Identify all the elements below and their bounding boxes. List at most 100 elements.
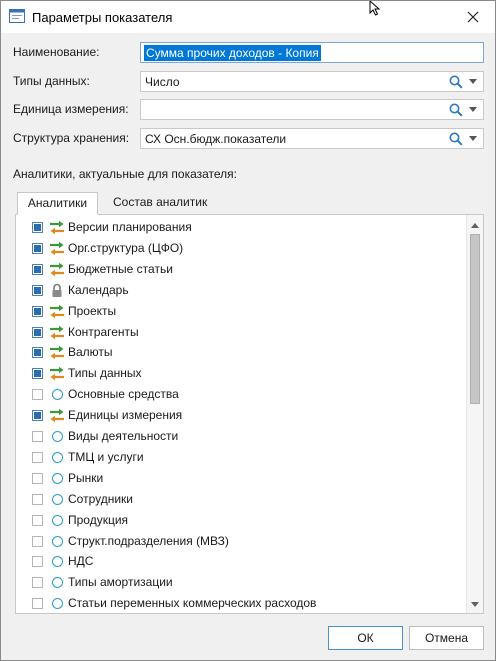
- arrows-icon: [49, 220, 65, 235]
- analytic-label: Виды деятельности: [68, 429, 179, 443]
- chevron-down-icon: [469, 107, 477, 112]
- circle-icon: [52, 577, 63, 589]
- list-item[interactable]: Рынки: [16, 468, 466, 489]
- circle-icon: [52, 431, 63, 442]
- analytic-checkbox[interactable]: [32, 598, 43, 610]
- circle-icon: [52, 535, 63, 547]
- analytic-checkbox[interactable]: [32, 431, 43, 442]
- close-button[interactable]: [459, 5, 487, 29]
- analytic-checkbox[interactable]: [32, 326, 43, 338]
- analytic-checkbox[interactable]: [32, 577, 43, 589]
- list-item[interactable]: Бюджетные статьи: [16, 259, 466, 280]
- name-label: Наименование:: [13, 45, 100, 59]
- list-item[interactable]: Типы амортизации: [16, 572, 466, 593]
- list-item[interactable]: Валюты: [16, 342, 466, 363]
- list-item[interactable]: ТМЦ и услуги: [16, 447, 466, 468]
- list-item[interactable]: Структ.подразделения (МВЗ): [16, 531, 466, 552]
- data-types-value: Число: [145, 75, 180, 89]
- arrows-icon: [49, 304, 65, 319]
- analytic-label: Статьи переменных коммерческих расходов: [68, 596, 317, 611]
- arrows-icon: [49, 325, 65, 340]
- ok-button[interactable]: ОК: [328, 626, 403, 650]
- lock-icon: [49, 283, 65, 298]
- list-item[interactable]: Версии планирования: [16, 217, 466, 238]
- analytic-checkbox[interactable]: [32, 451, 43, 463]
- analytic-checkbox[interactable]: [32, 305, 43, 317]
- circle-icon: [52, 493, 63, 505]
- search-icon: [449, 103, 463, 117]
- circle-icon: [52, 556, 63, 568]
- data-types-field[interactable]: Число: [140, 71, 484, 92]
- analytic-checkbox[interactable]: [32, 472, 43, 484]
- analytic-label: Бюджетные статьи: [68, 261, 173, 276]
- data-types-dropdown-button[interactable]: [465, 73, 481, 90]
- list-item[interactable]: Орг.структура (ЦФО): [16, 238, 466, 259]
- analytics-list: Версии планирования Орг.структура (ЦФО) Бю…: [16, 215, 466, 613]
- scroll-thumb[interactable]: [470, 234, 480, 404]
- storage-field[interactable]: СХ Осн.бюдж.показатели: [140, 128, 484, 149]
- circle-icon: [52, 598, 63, 610]
- analytic-checkbox[interactable]: [32, 535, 43, 547]
- analytic-checkbox[interactable]: [32, 222, 43, 233]
- name-value: Сумма прочих доходов - Копия: [144, 45, 321, 61]
- analytics-section-label: Аналитики, актуальные для показателя:: [13, 167, 238, 181]
- analytic-checkbox[interactable]: [32, 556, 43, 568]
- arrows-icon: [49, 345, 65, 360]
- search-icon: [449, 75, 463, 89]
- list-item[interactable]: Единицы измерения: [16, 405, 466, 426]
- list-item[interactable]: Продукция: [16, 510, 466, 531]
- analytic-checkbox[interactable]: [32, 263, 43, 275]
- analytic-checkbox[interactable]: [32, 389, 43, 401]
- arrows-icon: [49, 408, 65, 423]
- analytic-label: Версии планирования: [68, 220, 192, 234]
- analytic-label: Орг.структура (ЦФО): [68, 240, 184, 255]
- analytic-checkbox[interactable]: [32, 514, 43, 526]
- chevron-down-icon: [469, 79, 477, 84]
- list-item[interactable]: Виды деятельности: [16, 426, 466, 447]
- list-item[interactable]: Основные средства: [16, 384, 466, 405]
- analytic-label: Структ.подразделения (МВЗ): [68, 533, 229, 548]
- analytic-label: Контрагенты: [68, 324, 139, 339]
- chevron-down-icon: [471, 601, 479, 607]
- analytic-checkbox[interactable]: [32, 242, 43, 254]
- storage-search-button[interactable]: [447, 130, 465, 147]
- analytic-checkbox[interactable]: [32, 493, 43, 505]
- title-bar: Параметры показателя: [1, 1, 495, 33]
- list-item[interactable]: Контрагенты: [16, 322, 466, 343]
- list-item[interactable]: Календарь: [16, 280, 466, 301]
- circle-icon: [52, 389, 63, 401]
- vertical-scrollbar[interactable]: [466, 215, 483, 613]
- chevron-down-icon: [469, 136, 477, 141]
- analytic-label: Типы амортизации: [68, 575, 173, 590]
- analytic-checkbox[interactable]: [32, 368, 43, 380]
- storage-label: Структура хранения:: [13, 131, 130, 145]
- close-icon: [467, 11, 479, 23]
- analytic-label: Сотрудники: [68, 491, 133, 506]
- arrows-icon: [49, 241, 65, 256]
- scroll-down-button[interactable]: [467, 596, 483, 612]
- analytic-checkbox[interactable]: [32, 410, 43, 422]
- unit-field[interactable]: [140, 99, 484, 120]
- circle-icon: [52, 451, 63, 463]
- tab-analytics-composition[interactable]: Состав аналитик: [101, 192, 217, 215]
- data-types-search-button[interactable]: [447, 73, 465, 90]
- unit-label: Единица измерения:: [13, 102, 129, 116]
- storage-dropdown-button[interactable]: [465, 130, 481, 147]
- list-item[interactable]: Сотрудники: [16, 489, 466, 510]
- name-input[interactable]: Сумма прочих доходов - Копия: [140, 42, 484, 63]
- list-item[interactable]: НДС: [16, 551, 466, 572]
- cancel-button[interactable]: Отмена: [409, 626, 484, 650]
- tab-analytics[interactable]: Аналитики: [17, 192, 98, 215]
- list-item[interactable]: Проекты: [16, 301, 466, 322]
- analytic-checkbox[interactable]: [32, 284, 43, 296]
- list-item[interactable]: Типы данных: [16, 363, 466, 384]
- analytic-label: ТМЦ и услуги: [68, 449, 144, 464]
- unit-search-button[interactable]: [447, 101, 465, 118]
- list-item[interactable]: Статьи переменных коммерческих расходов: [16, 593, 466, 613]
- analytic-checkbox[interactable]: [32, 347, 43, 359]
- window-title: Параметры показателя: [32, 10, 173, 25]
- arrows-icon: [49, 262, 65, 277]
- scroll-up-button[interactable]: [467, 217, 483, 233]
- search-icon: [449, 132, 463, 146]
- unit-dropdown-button[interactable]: [465, 101, 481, 118]
